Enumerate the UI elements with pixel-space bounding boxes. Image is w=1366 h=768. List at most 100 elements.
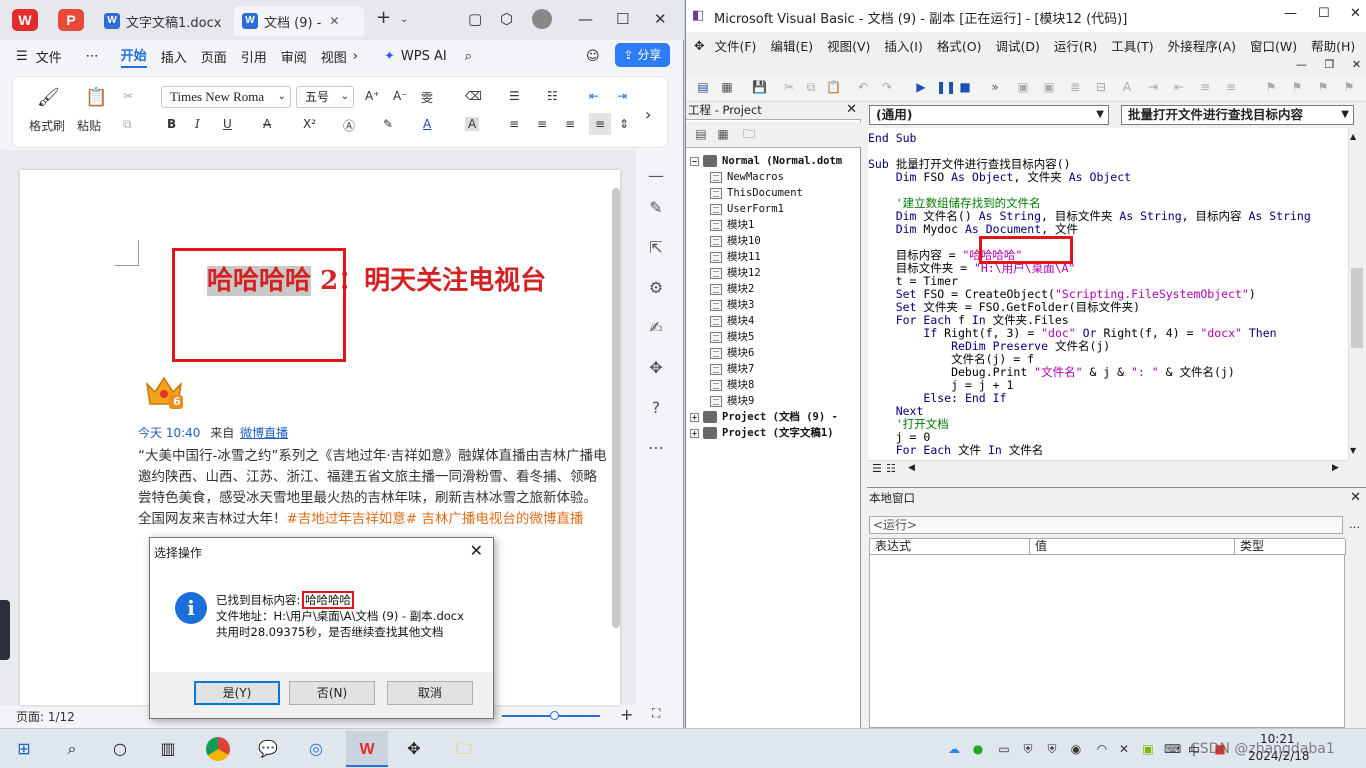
reset-icon[interactable]: ■ bbox=[958, 80, 972, 94]
tree-project[interactable]: + Project (文字文稿1) bbox=[690, 426, 834, 440]
locals-grid[interactable]: 表达式 值 类型 bbox=[869, 538, 1346, 728]
view-code-icon[interactable]: ▤ bbox=[694, 127, 708, 141]
cortana-icon[interactable]: ○ bbox=[108, 737, 132, 761]
cancel-button[interactable]: 取消 bbox=[387, 681, 473, 705]
search-icon[interactable]: ⌕ bbox=[60, 737, 84, 761]
superscript-icon[interactable]: X² bbox=[303, 117, 316, 131]
bookmark-clear-icon[interactable]: ⚑ bbox=[1342, 80, 1356, 94]
toolbar-icon[interactable]: ▣ bbox=[1016, 80, 1030, 94]
zoom-in-icon[interactable]: + bbox=[620, 705, 633, 724]
menu-home[interactable]: 开始 bbox=[120, 45, 147, 68]
maximize-icon[interactable]: ☐ bbox=[1318, 6, 1330, 21]
wechat-icon[interactable]: 💬 bbox=[256, 737, 280, 761]
copy-icon[interactable]: ⧉ bbox=[123, 117, 132, 132]
vbe-menu-view[interactable]: 视图(V) bbox=[827, 36, 870, 55]
locals-col-value[interactable]: 值 bbox=[1030, 539, 1235, 555]
close-icon[interactable]: ✕ bbox=[1350, 6, 1361, 21]
tree-module[interactable]: 模块7 bbox=[710, 362, 754, 376]
increase-indent-icon[interactable]: ⇥ bbox=[617, 89, 627, 103]
minimize-icon[interactable]: — bbox=[1296, 58, 1307, 71]
full-module-view-icon[interactable]: ☷ bbox=[886, 462, 896, 475]
format-painter-icon[interactable]: 🖌 bbox=[37, 87, 60, 108]
tree-module[interactable]: 模块8 bbox=[710, 378, 754, 392]
undo-icon[interactable]: ↶ bbox=[856, 80, 870, 94]
scroll-thumb[interactable] bbox=[1351, 268, 1363, 348]
bookmark-next-icon[interactable]: ⚑ bbox=[1290, 80, 1304, 94]
justify-icon[interactable]: ≡ bbox=[589, 113, 611, 135]
chevron-right-icon[interactable]: › bbox=[353, 49, 358, 64]
paste-icon[interactable]: 📋 bbox=[85, 87, 107, 108]
window-mode-icon[interactable]: ▢ bbox=[468, 10, 482, 28]
copy-icon[interactable]: ⧉ bbox=[804, 80, 818, 94]
wps-ai-button[interactable]: WPS AI bbox=[401, 49, 447, 64]
code-line[interactable]: Dim Mydoc As Document, 文件 bbox=[868, 223, 1078, 236]
pause-icon[interactable]: ❚❚ bbox=[936, 80, 956, 94]
pen-icon[interactable]: ✎ bbox=[646, 198, 666, 218]
hashtag-link[interactable]: #吉地过年吉祥如意# 吉林广播电视台的微博直播 bbox=[287, 511, 584, 527]
close-icon[interactable]: ✕ bbox=[1352, 58, 1361, 71]
outdent-icon[interactable]: ⇤ bbox=[1172, 80, 1186, 94]
vbe-menu-edit[interactable]: 编辑(E) bbox=[770, 36, 813, 55]
locals-scrollbar[interactable] bbox=[1349, 538, 1366, 728]
font-name-select[interactable]: Times New Roma ⌄ bbox=[161, 86, 291, 108]
bookmark-icon[interactable]: ⚑ bbox=[1264, 80, 1278, 94]
redo-icon[interactable]: ↷ bbox=[880, 80, 894, 94]
paste-label[interactable]: 粘贴 bbox=[77, 117, 101, 134]
tab-doc1[interactable]: W 文字文稿1.docx bbox=[96, 6, 231, 36]
collapse-icon[interactable]: — bbox=[646, 166, 666, 186]
side-widget[interactable] bbox=[0, 600, 10, 660]
code-line[interactable]: End Sub bbox=[868, 132, 916, 145]
vbe-menu-format[interactable]: 格式(O) bbox=[937, 36, 982, 55]
highlight-icon[interactable]: ✎ bbox=[383, 117, 393, 131]
shrink-font-icon[interactable]: A⁻ bbox=[393, 89, 408, 103]
shield-icon[interactable]: ⛨ bbox=[1020, 742, 1036, 756]
close-icon[interactable]: ✕ bbox=[846, 102, 857, 118]
menu-review[interactable]: 审阅 bbox=[281, 47, 307, 66]
share-button[interactable]: ⇪ 分享 bbox=[615, 43, 670, 67]
tree-module[interactable]: 模块3 bbox=[710, 298, 754, 312]
minimize-icon[interactable]: — bbox=[578, 10, 593, 28]
vbe-menu-help[interactable]: 帮助(H) bbox=[1311, 36, 1355, 55]
tree-project[interactable]: + Project (文档 (9) - bbox=[690, 410, 838, 424]
tree-module[interactable]: 模块11 bbox=[710, 250, 761, 264]
menu-page[interactable]: 页面 bbox=[201, 47, 227, 66]
vbe-menu-addins[interactable]: 外接程序(A) bbox=[1168, 36, 1236, 55]
code-editor[interactable]: End Sub Sub 批量打开文件进行查找目标内容() Dim FSO As O… bbox=[868, 128, 1348, 460]
search-icon[interactable]: ⌕ bbox=[465, 49, 472, 64]
adjust-icon[interactable]: ⚙ bbox=[646, 278, 666, 298]
wps-logo-icon[interactable]: W bbox=[12, 9, 38, 31]
bookmark-prev-icon[interactable]: ⚑ bbox=[1316, 80, 1330, 94]
paste-icon[interactable]: 📋 bbox=[826, 80, 841, 94]
toolbar-icon[interactable]: ≣ bbox=[1068, 80, 1082, 94]
scroll-left-icon[interactable]: ◀ bbox=[908, 463, 915, 473]
pdf-app-icon[interactable]: P bbox=[58, 9, 84, 31]
file-explorer-icon[interactable]: 🗀 bbox=[452, 737, 476, 761]
locals-col-expression[interactable]: 表达式 bbox=[870, 539, 1030, 555]
vbe-menu-debug[interactable]: 调试(D) bbox=[995, 36, 1039, 55]
more-icon[interactable]: ⋯ bbox=[646, 438, 666, 458]
tools-icon[interactable]: ✥ bbox=[646, 358, 666, 378]
menu-insert[interactable]: 插入 bbox=[161, 47, 187, 66]
hamburger-icon[interactable]: ☰ bbox=[16, 49, 28, 64]
scroll-up-icon[interactable]: ▲ bbox=[1350, 132, 1356, 141]
volume-muted-icon[interactable]: ✕ bbox=[1116, 742, 1132, 756]
chrome-icon[interactable] bbox=[206, 737, 230, 761]
underline-icon[interactable]: U bbox=[223, 117, 232, 131]
code-horizontal-scrollbar[interactable]: ☰ ☷ ◀ ▶ bbox=[868, 460, 1348, 477]
tree-module[interactable]: 模块1 bbox=[710, 218, 754, 232]
menu-file[interactable]: 文件 bbox=[36, 47, 62, 66]
code-line[interactable]: For Each 文件 In 文件名 bbox=[868, 444, 1044, 457]
chevron-down-icon[interactable]: ⌄ bbox=[400, 14, 408, 25]
cube-icon[interactable]: ⬡ bbox=[500, 10, 513, 28]
post-source-link[interactable]: 微博直播 bbox=[240, 426, 288, 440]
bold-icon[interactable]: B bbox=[167, 117, 176, 131]
fullscreen-icon[interactable]: ⛶ bbox=[652, 706, 660, 721]
new-tab-icon[interactable]: + bbox=[376, 7, 391, 28]
vbe-menu-tools[interactable]: 工具(T) bbox=[1111, 36, 1153, 55]
save-icon[interactable]: 💾 bbox=[752, 80, 767, 94]
cloud-icon[interactable]: ☁ bbox=[946, 742, 962, 756]
chat-icon[interactable]: ☺ bbox=[586, 49, 600, 64]
doc-scrollbar[interactable] bbox=[612, 188, 620, 628]
insert-module-icon[interactable]: ▦ bbox=[720, 80, 734, 94]
vbe-taskbar-icon[interactable]: ✥ bbox=[402, 737, 426, 761]
